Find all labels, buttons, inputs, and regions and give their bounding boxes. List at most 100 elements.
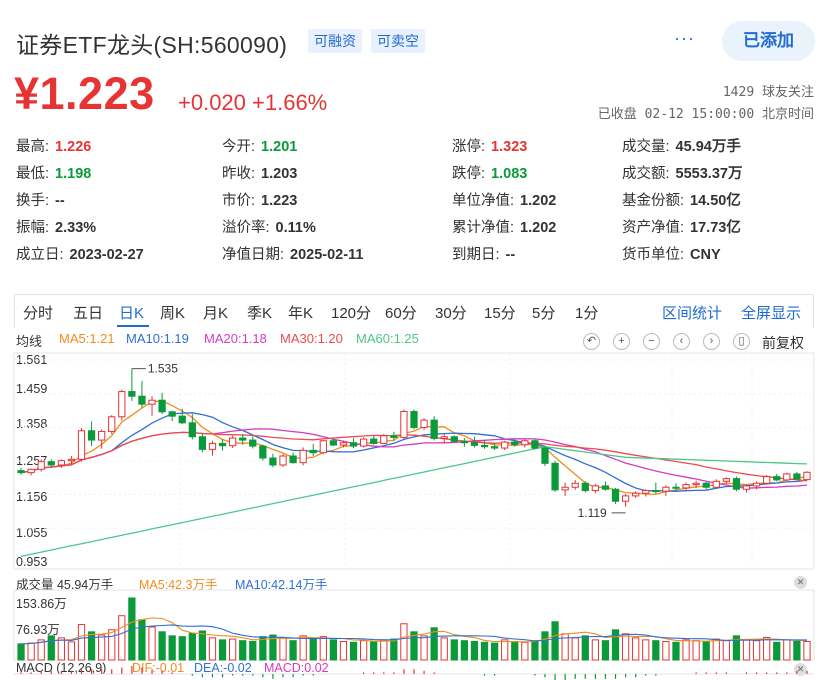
volume-bar bbox=[118, 615, 126, 661]
volume-bar bbox=[501, 639, 509, 661]
candle-body bbox=[430, 419, 438, 439]
candle-body bbox=[702, 482, 710, 488]
candle-body bbox=[521, 440, 529, 446]
candle-body bbox=[551, 462, 559, 491]
candle-body bbox=[632, 492, 640, 497]
volume-bar bbox=[259, 636, 267, 661]
volume-bar bbox=[521, 641, 529, 661]
volume-bar bbox=[319, 636, 327, 661]
volume-bar bbox=[299, 635, 307, 661]
volume-bar bbox=[601, 640, 610, 661]
candle-body bbox=[198, 436, 207, 450]
candle-body bbox=[662, 486, 670, 492]
candle-body bbox=[692, 482, 700, 486]
volume-bar bbox=[712, 638, 720, 661]
volume-bar bbox=[571, 637, 579, 661]
candle-body bbox=[148, 399, 156, 405]
volume-bar bbox=[763, 636, 771, 661]
candle-body bbox=[229, 437, 237, 447]
volume-bar bbox=[783, 639, 791, 661]
candle-body bbox=[642, 490, 650, 494]
volume-bar bbox=[158, 631, 166, 661]
candle-body bbox=[561, 486, 569, 491]
volume-bar bbox=[370, 641, 378, 661]
candle-body bbox=[118, 391, 126, 418]
candle-body bbox=[611, 488, 620, 502]
volume-bar bbox=[702, 640, 710, 661]
volume-bar bbox=[87, 631, 96, 661]
volume-bar bbox=[57, 637, 65, 661]
volume-bar bbox=[138, 619, 146, 661]
volume-bar bbox=[470, 640, 479, 661]
volume-bar bbox=[692, 640, 700, 661]
volume-bar bbox=[218, 639, 227, 661]
volume-bar bbox=[672, 641, 680, 661]
candle-body bbox=[188, 422, 196, 438]
candle-body bbox=[722, 478, 730, 482]
volume-bar bbox=[339, 640, 348, 661]
candle-body bbox=[531, 440, 539, 449]
volume-bar bbox=[541, 631, 549, 661]
candle-body bbox=[581, 482, 589, 492]
candle-body bbox=[783, 473, 791, 481]
volume-bar bbox=[632, 637, 640, 661]
volume-bar bbox=[17, 643, 25, 661]
volume-bar bbox=[198, 630, 207, 661]
candle-body bbox=[349, 442, 358, 447]
volume-bar bbox=[108, 629, 116, 661]
candle-body bbox=[299, 449, 307, 464]
candle-body bbox=[712, 480, 720, 488]
volume-bar bbox=[440, 637, 448, 661]
volume-bar bbox=[229, 638, 237, 661]
volume-bar bbox=[773, 641, 781, 661]
candle-body bbox=[27, 468, 35, 474]
volume-bar bbox=[67, 641, 76, 661]
candle-body bbox=[773, 476, 781, 481]
candle-body bbox=[87, 430, 96, 441]
candle-body bbox=[420, 419, 428, 428]
candle-body bbox=[208, 442, 217, 450]
candle-body bbox=[541, 447, 549, 464]
high-annotation: 1.535 bbox=[148, 362, 178, 376]
volume-bar bbox=[420, 635, 428, 661]
candle-body bbox=[108, 416, 116, 432]
volume-bar bbox=[349, 641, 358, 661]
volume-bar bbox=[249, 640, 257, 661]
candle-body bbox=[480, 444, 489, 448]
candle-body bbox=[511, 441, 519, 446]
candle-body bbox=[501, 441, 509, 449]
volume-bar bbox=[239, 640, 247, 661]
volume-bar bbox=[793, 640, 801, 661]
volume-bar bbox=[682, 639, 690, 661]
candle-body bbox=[37, 461, 45, 470]
volume-bar bbox=[168, 635, 176, 661]
volume-bar bbox=[662, 640, 670, 661]
ma20-line bbox=[20, 428, 808, 489]
volume-bar bbox=[47, 635, 55, 661]
volume-bar bbox=[551, 621, 559, 661]
candle-body bbox=[601, 485, 610, 490]
volume-bar bbox=[77, 624, 86, 661]
volume-bar bbox=[803, 640, 811, 661]
volume-bar bbox=[27, 642, 35, 661]
volume-bar bbox=[611, 629, 620, 661]
volume-bar bbox=[652, 640, 660, 661]
candle-body bbox=[370, 438, 378, 444]
candle-body bbox=[682, 484, 690, 489]
candle-body bbox=[793, 473, 801, 480]
candle-body bbox=[470, 442, 479, 446]
candle-body bbox=[67, 458, 76, 462]
candle-body bbox=[400, 410, 408, 438]
candle-body bbox=[763, 476, 771, 484]
volume-bar bbox=[309, 638, 317, 661]
kline-chart[interactable]: 1.535 1.119 bbox=[0, 0, 823, 680]
candle-body bbox=[803, 471, 811, 481]
volume-bar bbox=[642, 639, 650, 661]
candle-body bbox=[571, 482, 579, 488]
volume-bar bbox=[208, 637, 217, 661]
candle-body bbox=[410, 410, 418, 428]
candle-body bbox=[98, 430, 106, 441]
candle-body bbox=[742, 485, 751, 490]
candle-body bbox=[259, 445, 267, 459]
candle-body bbox=[752, 482, 761, 487]
